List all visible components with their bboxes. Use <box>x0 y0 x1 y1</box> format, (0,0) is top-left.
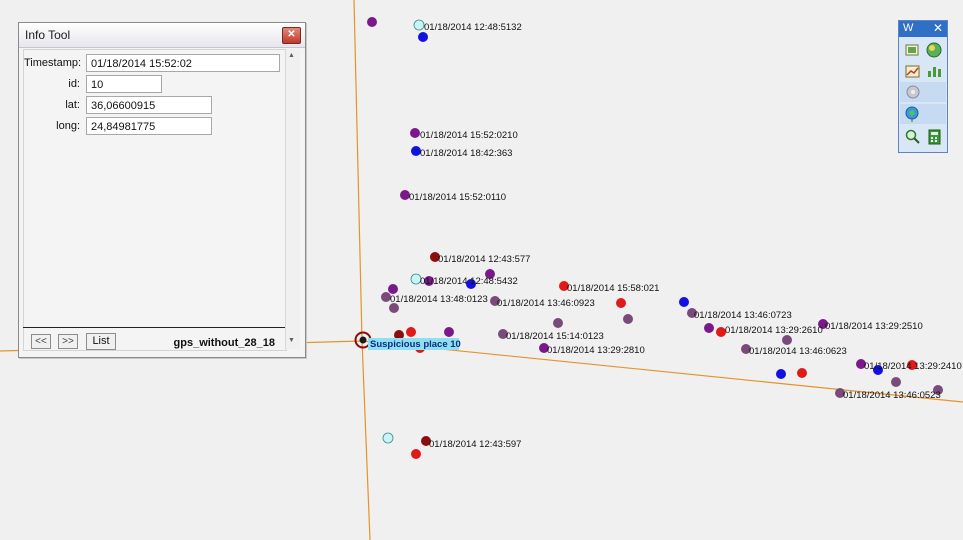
disc-icon[interactable] <box>903 83 923 101</box>
gps-point-label: 01/18/2014 13:48:0123 <box>390 294 488 305</box>
gps-point[interactable] <box>418 32 428 42</box>
gps-point[interactable] <box>891 377 901 387</box>
info-tool-footer: << >> List gps_without_28_18 <box>23 327 285 354</box>
info-tool-window[interactable]: Info Tool ✕ Timestamp: 01/18/2014 15:52:… <box>18 22 306 358</box>
calculator-icon[interactable] <box>924 128 944 146</box>
gps-point-label: 01/18/2014 13:46:0623 <box>749 346 847 357</box>
gps-point-label: 01/18/2014 12:48:5432 <box>420 276 518 287</box>
road-vertical-north <box>353 0 363 341</box>
gps-point-label: 01/18/2014 13:29:2410 <box>864 361 962 372</box>
gps-point-label: 01/18/2014 13:46:0523 <box>843 390 941 401</box>
gps-point-label: 01/18/2014 13:46:0723 <box>694 310 792 321</box>
suspicious-place-center <box>359 336 367 344</box>
gps-point[interactable] <box>776 369 786 379</box>
gps-point[interactable] <box>553 318 563 328</box>
layer-name: gps_without_28_18 <box>173 337 275 349</box>
gps-point[interactable] <box>410 128 420 138</box>
gps-point-label: 01/18/2014 15:52:0210 <box>420 130 518 141</box>
gps-point-label: 01/18/2014 12:43:577 <box>438 254 530 265</box>
gps-point[interactable] <box>388 284 398 294</box>
chart-icon[interactable] <box>903 62 923 80</box>
attr-row-id: id: 10 <box>24 75 286 95</box>
gps-point[interactable] <box>367 17 377 27</box>
gps-point[interactable] <box>623 314 633 324</box>
info-tool-titlebar[interactable]: Info Tool ✕ <box>19 23 305 48</box>
gps-point[interactable] <box>797 368 807 378</box>
gps-point[interactable] <box>382 432 394 444</box>
gps-point[interactable] <box>406 327 416 337</box>
gps-point-label: 01/18/2014 15:58:021 <box>567 283 659 294</box>
gps-point-label: 01/18/2014 12:48:5132 <box>424 22 522 33</box>
long-field[interactable]: 24,84981775 <box>86 117 212 135</box>
w-toolbar-title: W <box>903 22 914 34</box>
magnifier-icon[interactable] <box>903 128 923 146</box>
attr-row-long: long: 24,84981775 <box>24 117 286 137</box>
gps-point[interactable] <box>616 298 626 308</box>
attr-row-lat: lat: 36,06600915 <box>24 96 286 116</box>
w-toolbar[interactable]: W ✕ <box>898 20 948 153</box>
gps-point-label: 01/18/2014 12:43:597 <box>429 439 521 450</box>
gps-point[interactable] <box>413 19 425 31</box>
close-icon[interactable]: ✕ <box>282 27 301 44</box>
lat-field[interactable]: 36,06600915 <box>86 96 212 114</box>
w-toolbar-titlebar[interactable]: W ✕ <box>899 21 947 37</box>
globe-pin-icon[interactable] <box>903 105 923 123</box>
gps-point-label: 01/18/2014 15:52:0110 <box>409 192 506 203</box>
gps-point-label: 01/18/2014 18:42:363 <box>420 148 512 159</box>
vertical-scrollbar[interactable]: ▲ ▼ <box>285 49 300 349</box>
id-label: id: <box>68 78 80 90</box>
suspicious-place-label: Suspicious place 10 <box>370 339 461 350</box>
attribute-panel: Timestamp: 01/18/2014 15:52:02 id: 10 la… <box>23 49 287 351</box>
info-tool-title: Info Tool <box>25 28 71 42</box>
id-field[interactable]: 10 <box>86 75 162 93</box>
globe-icon[interactable] <box>924 41 944 59</box>
gps-point[interactable] <box>444 327 454 337</box>
timestamp-label: Timestamp: <box>24 57 82 69</box>
picture-icon[interactable] <box>903 41 923 59</box>
gps-point[interactable] <box>679 297 689 307</box>
gps-point[interactable] <box>411 449 421 459</box>
next-record-button[interactable]: >> <box>58 334 78 349</box>
timestamp-field[interactable]: 01/18/2014 15:52:02 <box>86 54 280 72</box>
previous-record-button[interactable]: << <box>31 334 51 349</box>
graph-icon[interactable] <box>924 62 944 80</box>
gps-point[interactable] <box>704 323 714 333</box>
gps-point-label: 01/18/2014 13:29:2810 <box>547 345 645 356</box>
scroll-down-icon[interactable]: ▼ <box>288 337 295 344</box>
attr-row-timestamp: Timestamp: 01/18/2014 15:52:02 <box>24 54 286 74</box>
gps-point-label: 01/18/2014 13:46:0923 <box>497 298 595 309</box>
gps-labels: 01/18/2014 12:48:5132 01/18/2014 15:52:02… <box>390 22 962 450</box>
road-vertical-south <box>361 339 371 540</box>
gps-point[interactable] <box>782 335 792 345</box>
gps-point-label: 01/18/2014 13:29:2510 <box>825 321 923 332</box>
list-button[interactable]: List <box>86 333 116 350</box>
gps-point-label: 01/18/2014 13:29:2610 <box>725 325 823 336</box>
long-label: long: <box>56 120 80 132</box>
close-icon[interactable]: ✕ <box>933 21 943 35</box>
lat-label: lat: <box>65 99 80 111</box>
scroll-up-icon[interactable]: ▲ <box>288 52 295 59</box>
gps-point-label: 01/18/2014 15:14:0123 <box>506 331 604 342</box>
